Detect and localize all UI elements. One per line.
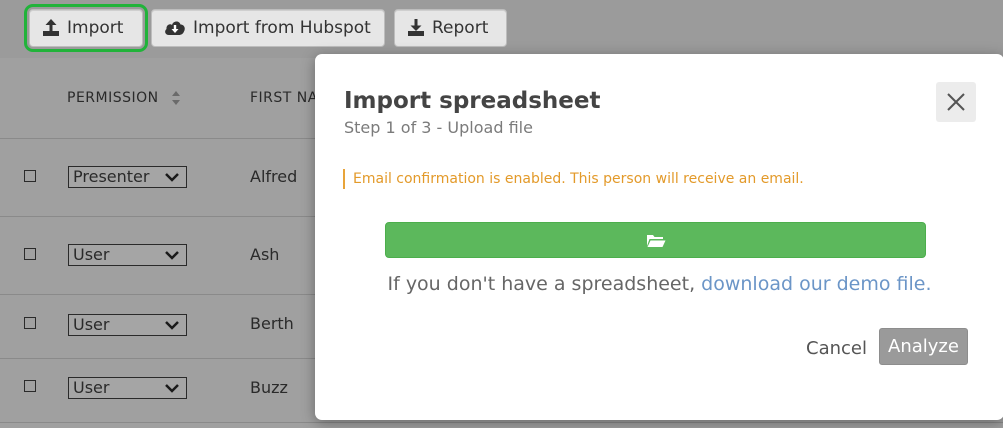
modal-subtitle: Step 1 of 3 - Upload file <box>344 118 533 137</box>
first-name-cell: Ash <box>250 245 280 264</box>
first-name-cell: Berth <box>250 314 294 333</box>
sort-icon[interactable] <box>171 91 180 105</box>
upload-icon <box>43 19 59 36</box>
chevron-down-icon <box>165 384 179 393</box>
permission-header[interactable]: PERMISSION <box>67 90 180 106</box>
row-checkbox[interactable] <box>24 317 36 329</box>
hint-text: If you don't have a spreadsheet, <box>387 273 702 295</box>
first-name-cell: Buzz <box>250 378 288 397</box>
toolbar: Import Import from Hubspot Report <box>0 0 1003 58</box>
hubspot-label: Import from Hubspot <box>193 18 371 38</box>
import-label: Import <box>67 18 124 38</box>
demo-file-link[interactable]: download our demo file. <box>701 273 931 295</box>
row-checkbox[interactable] <box>24 380 36 392</box>
report-button[interactable]: Report <box>394 9 507 47</box>
permission-value: User <box>73 315 110 334</box>
chevron-down-icon <box>165 321 179 330</box>
permission-header-label: PERMISSION <box>67 90 159 106</box>
demo-hint: If you don't have a spreadsheet, downloa… <box>315 273 1003 295</box>
cancel-button[interactable]: Cancel <box>806 338 867 359</box>
analyze-button[interactable]: Analyze <box>879 328 968 365</box>
permission-select[interactable]: Presenter <box>68 166 187 188</box>
permission-select[interactable]: User <box>68 377 187 399</box>
close-button[interactable] <box>936 82 976 122</box>
import-modal: Import spreadsheet Step 1 of 3 - Upload … <box>315 54 1003 420</box>
cloud-download-icon <box>165 21 185 35</box>
permission-value: User <box>73 378 110 397</box>
import-hubspot-button[interactable]: Import from Hubspot <box>151 9 385 47</box>
chevron-down-icon <box>165 251 179 260</box>
email-notice: Email confirmation is enabled. This pers… <box>343 169 804 189</box>
permission-value: Presenter <box>73 167 150 186</box>
download-icon <box>408 19 424 36</box>
folder-open-icon <box>646 234 665 247</box>
permission-value: User <box>73 245 110 264</box>
first-name-cell: Alfred <box>250 167 298 186</box>
first-name-header[interactable]: FIRST NA <box>250 90 318 106</box>
row-checkbox[interactable] <box>24 248 36 260</box>
import-button[interactable]: Import <box>24 4 148 52</box>
report-label: Report <box>432 18 489 38</box>
close-icon <box>947 93 965 111</box>
modal-title: Import spreadsheet <box>344 88 601 114</box>
row-checkbox[interactable] <box>24 170 36 182</box>
upload-file-button[interactable] <box>385 222 926 258</box>
permission-select[interactable]: User <box>68 314 187 336</box>
permission-select[interactable]: User <box>68 244 187 266</box>
chevron-down-icon <box>165 173 179 182</box>
